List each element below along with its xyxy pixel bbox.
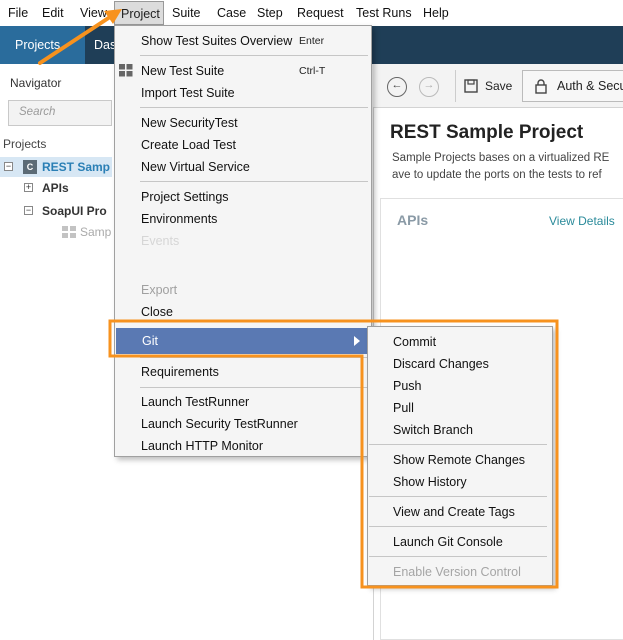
menu-suite[interactable]: Suite (172, 6, 201, 20)
save-button[interactable]: Save (455, 70, 517, 102)
project-menu: Show Test Suites Overview Enter New Test… (114, 25, 372, 457)
menu-item-pull[interactable]: Pull (393, 401, 414, 415)
menu-request[interactable]: Request (297, 6, 344, 20)
menu-item-launch-testrunner[interactable]: Launch TestRunner (141, 395, 249, 409)
tree-item-rest-sample[interactable]: REST Samp (42, 160, 110, 174)
menu-item-discard-changes[interactable]: Discard Changes (393, 357, 489, 371)
back-icon[interactable]: ← (387, 77, 407, 97)
menu-separator (369, 444, 547, 445)
collapse-icon[interactable]: − (4, 162, 13, 171)
save-label: Save (485, 79, 513, 93)
project-description: Sample Projects bases on a virtualized R… (392, 150, 623, 184)
git-label: Git (142, 334, 158, 348)
tree-item-sample[interactable]: Samp (80, 225, 111, 239)
menu-item-new-virtual-service[interactable]: New Virtual Service (141, 160, 250, 174)
menu-item-import-test-suite[interactable]: Import Test Suite (141, 86, 235, 100)
menu-item-new-security-test[interactable]: New SecurityTest (141, 116, 238, 130)
menu-edit[interactable]: Edit (42, 6, 64, 20)
tab-projects[interactable]: Projects (0, 26, 85, 64)
menu-case[interactable]: Case (217, 6, 246, 20)
forward-icon[interactable]: → (419, 77, 439, 97)
project-title: REST Sample Project (390, 122, 584, 143)
menu-separator (140, 357, 368, 358)
tree-item-apis[interactable]: APIs (42, 181, 69, 195)
apis-heading: APIs (397, 212, 429, 228)
git-submenu: Commit Discard Changes Push Pull Switch … (367, 326, 553, 586)
navigator-search-input[interactable]: Search (8, 100, 112, 126)
menu-bar: File Edit View Suite Case Step Request T… (0, 0, 623, 26)
shortcut-ctrl-t: Ctrl-T (299, 65, 326, 77)
menu-separator (140, 387, 368, 388)
menu-view[interactable]: View (80, 6, 107, 20)
menu-item-git[interactable]: Git (116, 328, 371, 354)
menu-separator (369, 526, 547, 527)
menu-file[interactable]: File (8, 6, 28, 20)
menu-item-switch-branch[interactable]: Switch Branch (393, 423, 473, 437)
tree-item-soapui[interactable]: SoapUI Pro (42, 204, 107, 218)
collapse-icon[interactable]: − (24, 206, 33, 215)
description-line-2: ave to update the ports on the tests to … (392, 169, 602, 181)
menu-item-export[interactable]: Export (141, 283, 177, 297)
submenu-arrow-icon (354, 336, 360, 346)
menu-item-enable-version-control[interactable]: Enable Version Control (393, 565, 521, 579)
menu-item-launch-git-console[interactable]: Launch Git Console (393, 535, 503, 549)
expand-icon[interactable]: + (24, 183, 33, 192)
lock-icon (535, 79, 547, 94)
navigator-title: Navigator (10, 76, 62, 90)
menu-item-create-load-test[interactable]: Create Load Test (141, 138, 236, 152)
menu-help[interactable]: Help (423, 6, 449, 20)
menu-separator (369, 496, 547, 497)
project-icon: C (23, 160, 37, 174)
tab-dashboard[interactable]: Das (94, 38, 116, 52)
menu-step[interactable]: Step (257, 6, 283, 20)
menu-item-commit[interactable]: Commit (393, 335, 436, 349)
menu-item-new-test-suite[interactable]: New Test Suite (141, 64, 224, 78)
menu-item-view-create-tags[interactable]: View and Create Tags (393, 505, 515, 519)
menu-item-close[interactable]: Close (141, 305, 173, 319)
menu-item-show-overview[interactable]: Show Test Suites Overview (141, 34, 292, 48)
projects-header: Projects (3, 137, 47, 151)
shortcut-enter: Enter (299, 35, 325, 47)
menu-item-events[interactable]: Events (141, 234, 179, 248)
test-suite-icon (62, 226, 76, 238)
test-suite-icon (119, 64, 133, 77)
menu-item-push[interactable]: Push (393, 379, 422, 393)
menu-separator (369, 556, 547, 557)
menu-separator (140, 107, 368, 108)
menu-item-show-history[interactable]: Show History (393, 475, 467, 489)
menu-item-requirements[interactable]: Requirements (141, 365, 219, 379)
menu-item-project-settings[interactable]: Project Settings (141, 190, 229, 204)
view-details-link[interactable]: View Details (549, 214, 615, 228)
menu-item-launch-http-monitor[interactable]: Launch HTTP Monitor (141, 439, 263, 453)
menu-item-launch-security-testrunner[interactable]: Launch Security TestRunner (141, 417, 298, 431)
menu-item-environments[interactable]: Environments (141, 212, 217, 226)
menu-separator (140, 55, 368, 56)
menu-test-runs[interactable]: Test Runs (356, 6, 412, 20)
auth-security-button[interactable]: Auth & Secu (522, 70, 623, 102)
menu-separator (140, 181, 368, 182)
save-icon (464, 79, 478, 93)
description-line-1: Sample Projects bases on a virtualized R… (392, 152, 610, 164)
menu-item-show-remote-changes[interactable]: Show Remote Changes (393, 453, 525, 467)
menu-project[interactable]: Project (114, 1, 164, 25)
auth-label: Auth & Secu (557, 79, 623, 93)
